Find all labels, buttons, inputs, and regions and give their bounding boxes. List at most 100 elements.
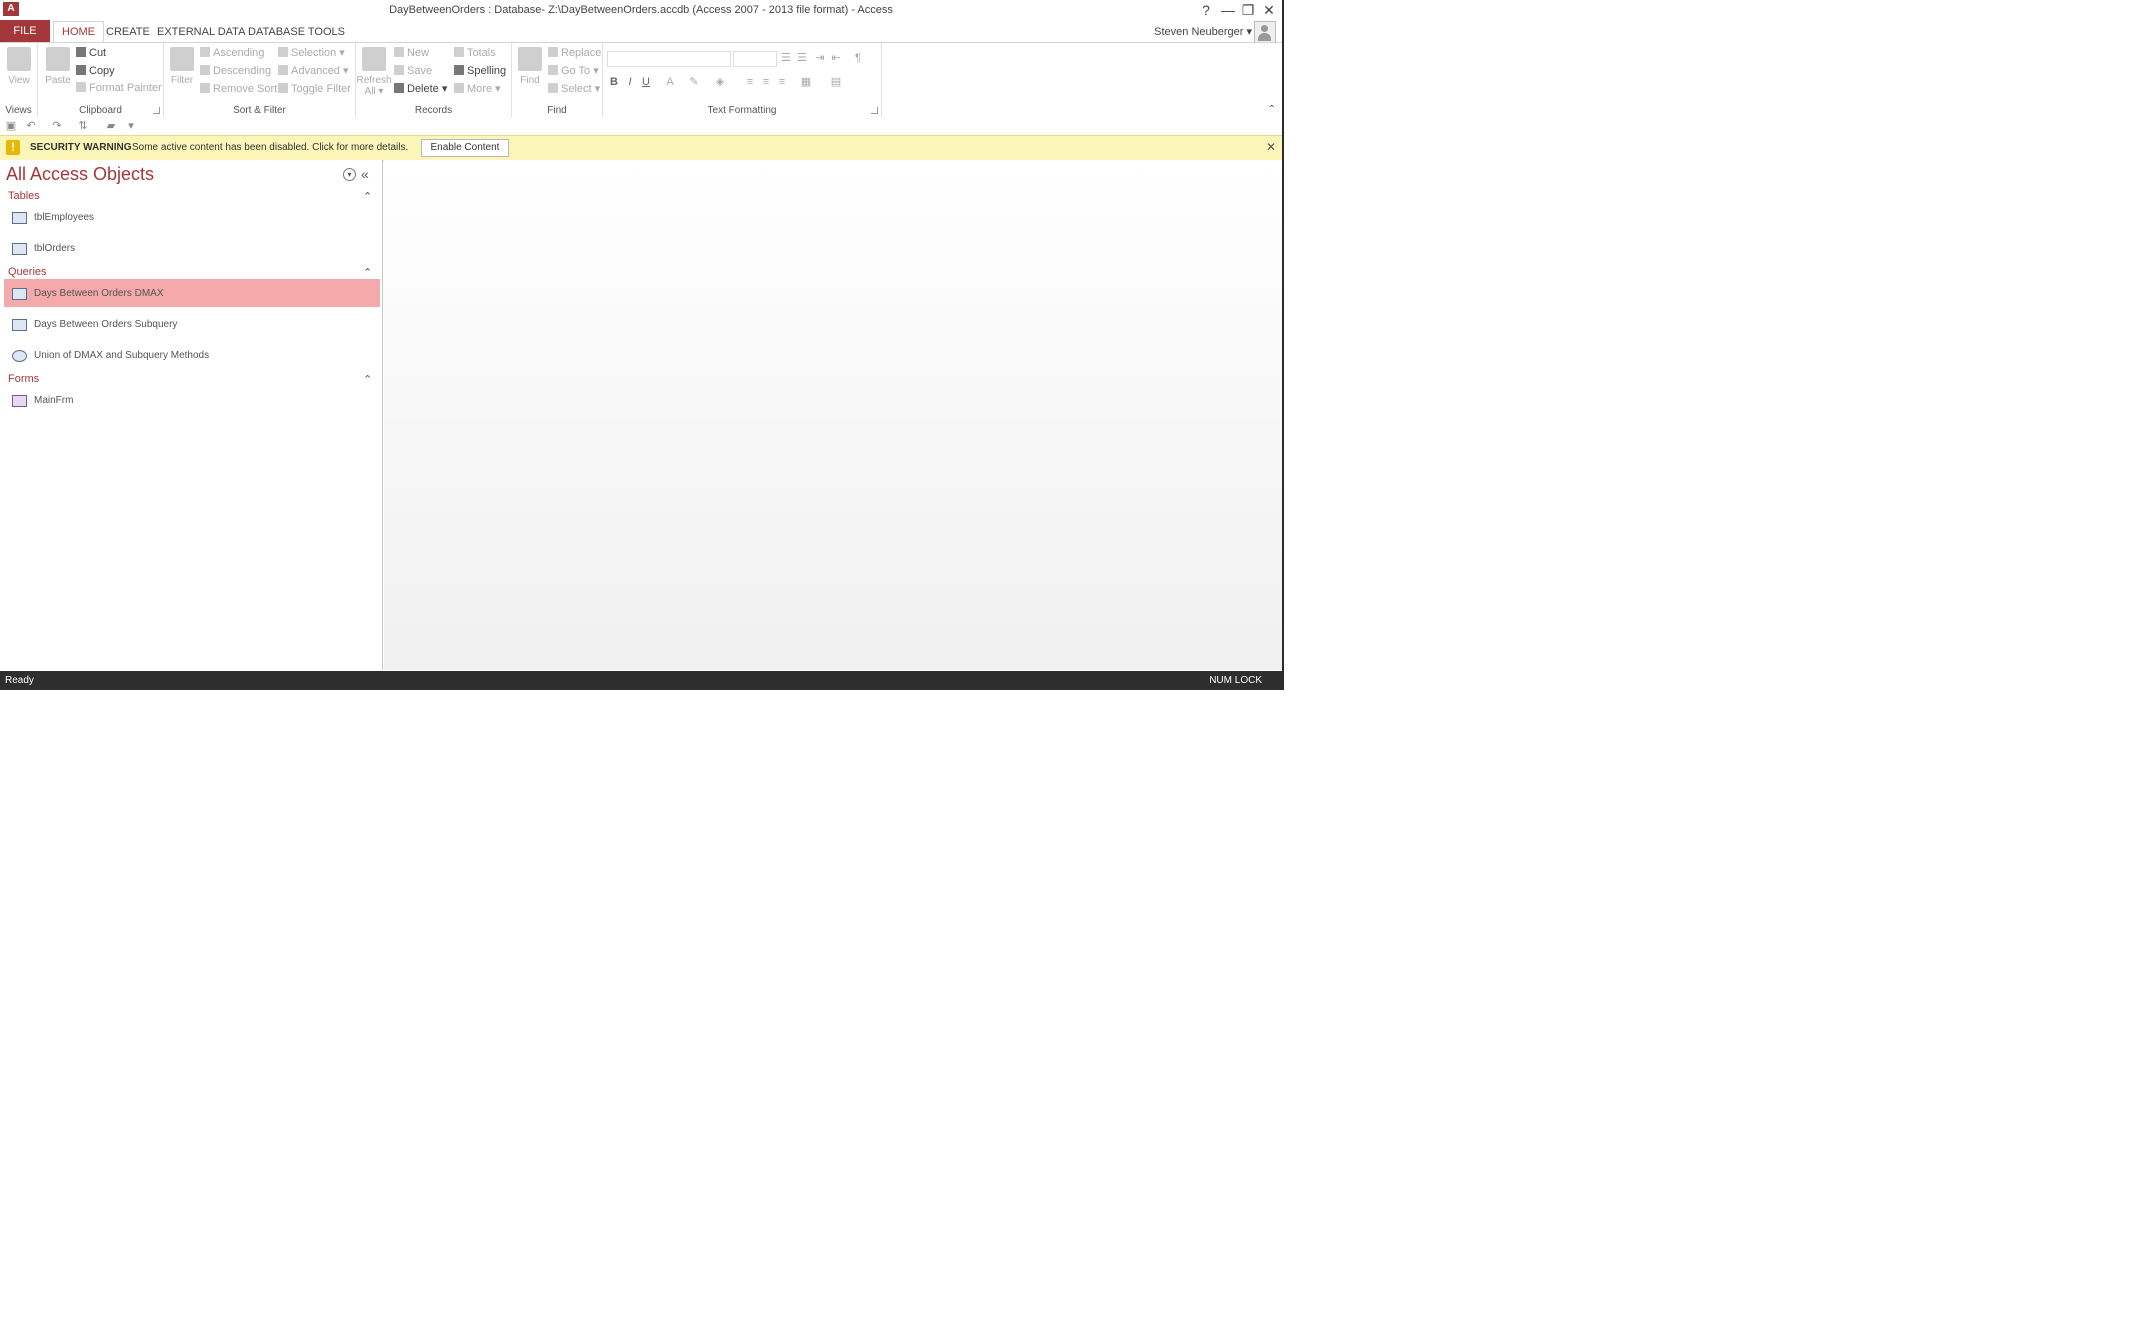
list-item[interactable]: tblOrders [4, 234, 380, 262]
italic-button[interactable]: I [623, 75, 637, 89]
font-size-combo[interactable] [733, 51, 777, 67]
descending-button[interactable]: Descending [200, 63, 271, 79]
view-button[interactable]: View [1, 45, 37, 95]
new-record-icon [394, 47, 404, 57]
tab-database-tools[interactable]: DATABASE TOOLS [240, 22, 353, 42]
section-tables[interactable]: Tables [8, 190, 40, 202]
totals-button[interactable]: Totals [454, 45, 496, 61]
replace-button[interactable]: Replace [548, 45, 601, 61]
collapse-ribbon-icon[interactable]: ⌃ [1268, 104, 1276, 115]
records-group: Refresh All ▾ New Save Delete ▾ Totals S… [356, 43, 512, 117]
goto-button[interactable]: Go To ▾ [548, 63, 599, 79]
save-record-button[interactable]: Save [394, 63, 432, 79]
views-group: View Views [0, 43, 38, 117]
delete-record-button[interactable]: Delete ▾ [394, 81, 447, 97]
save-icon[interactable]: ▣ [4, 119, 18, 133]
restore-button[interactable]: ❐ [1238, 1, 1258, 19]
open-folder-icon[interactable]: ▰ [104, 119, 118, 133]
list-item[interactable]: tblEmployees [4, 203, 380, 231]
find-button[interactable]: Find [512, 45, 548, 95]
table-icon [12, 243, 27, 255]
nav-menu-chevron-down-icon[interactable]: ▾ [343, 168, 356, 181]
sigma-icon [454, 47, 464, 57]
highlight-icon[interactable]: ✎ [687, 75, 701, 89]
close-button[interactable]: ✕ [1259, 1, 1279, 19]
sort-filter-group-label: Sort & Filter [233, 105, 286, 116]
clipboard-dialog-launcher-icon[interactable] [153, 107, 160, 114]
access-window: A DayBetweenOrders : Database- Z:\DayBet… [0, 0, 1284, 690]
text-formatting-dialog-launcher-icon[interactable] [871, 107, 878, 114]
close-icon[interactable]: ✕ [1266, 140, 1276, 154]
nav-pane-title[interactable]: All Access Objects [6, 164, 154, 185]
selection-label: Selection ▾ [291, 47, 345, 59]
list-item[interactable]: Days Between Orders DMAX [4, 279, 380, 307]
minimize-button[interactable]: — [1218, 1, 1238, 19]
cut-button[interactable]: Cut [76, 45, 106, 61]
avatar[interactable] [1254, 21, 1276, 43]
records-group-label: Records [414, 105, 453, 116]
list-item[interactable]: Days Between Orders Subquery [4, 310, 380, 338]
find-label: Find [520, 75, 540, 86]
undo-icon[interactable]: ↶ [24, 119, 38, 133]
views-group-label: Views [5, 105, 32, 116]
align-right-icon[interactable]: ≡ [775, 75, 789, 89]
section-queries[interactable]: Queries [8, 266, 47, 278]
tab-home[interactable]: HOME [53, 21, 104, 44]
security-warning-message[interactable]: Some active content has been disabled. C… [132, 142, 408, 153]
select-button[interactable]: Select ▾ [548, 81, 600, 97]
remove-sort-button[interactable]: Remove Sort [200, 81, 277, 97]
collapse-forms-icon[interactable]: ⌃ [363, 373, 372, 386]
replace-label: Replace [561, 47, 602, 59]
user-account-name[interactable]: Steven Neuberger ▾ [1154, 25, 1252, 38]
list-item[interactable]: Union of DMAX and Subquery Methods [4, 341, 380, 369]
tab-external-data[interactable]: EXTERNAL DATA [149, 22, 253, 42]
font-color-icon[interactable]: A [663, 75, 677, 89]
window-title: DayBetweenOrders : Database- Z:\DayBetwe… [389, 4, 893, 16]
collapse-queries-icon[interactable]: ⌃ [363, 266, 372, 279]
list-item-label: MainFrm [34, 395, 74, 406]
security-warning-title: SECURITY WARNING [30, 142, 132, 153]
refresh-all-button[interactable]: Refresh All ▾ [356, 45, 392, 97]
underline-button[interactable]: U [639, 75, 653, 89]
copy-button[interactable]: Copy [76, 63, 115, 79]
paste-button[interactable]: Paste [40, 45, 76, 95]
help-button[interactable]: ? [1196, 1, 1216, 19]
font-name-combo[interactable] [607, 51, 731, 67]
toggle-filter-button[interactable]: Toggle Filter [278, 81, 351, 97]
document-workspace [384, 160, 1282, 670]
fill-color-icon[interactable]: ◈ [713, 75, 727, 89]
security-warning-bar[interactable]: ! SECURITY WARNING Some active content h… [0, 135, 1282, 161]
alternate-row-color-icon[interactable]: ▤ [829, 75, 843, 89]
enable-content-button[interactable]: Enable Content [421, 139, 509, 157]
list-item[interactable]: MainFrm [4, 386, 380, 414]
shutter-bar-close-icon[interactable]: « [361, 166, 369, 182]
gridlines-icon[interactable]: ▦ [799, 75, 813, 89]
bold-button[interactable]: B [607, 75, 621, 89]
new-record-button[interactable]: New [394, 45, 429, 61]
align-center-icon[interactable]: ≡ [759, 75, 773, 89]
section-forms[interactable]: Forms [8, 373, 39, 385]
ascending-button[interactable]: Ascending [200, 45, 264, 61]
save-icon [394, 65, 404, 75]
sort-options-icon[interactable]: ⇅ [76, 119, 90, 133]
spelling-button[interactable]: Spelling [454, 63, 506, 79]
format-painter-label: Format Painter [89, 82, 162, 94]
redo-icon[interactable]: ↷ [50, 119, 64, 133]
format-painter-button[interactable]: Format Painter [76, 80, 162, 96]
customize-qat-icon[interactable]: ▾ [124, 119, 138, 133]
collapse-tables-icon[interactable]: ⌃ [363, 190, 372, 203]
spelling-label: Spelling [467, 65, 507, 77]
numbering-icon[interactable]: ☰ [795, 51, 809, 65]
increase-indent-icon[interactable]: ⇥ [813, 51, 827, 65]
align-left-icon[interactable]: ≡ [743, 75, 757, 89]
selection-button[interactable]: Selection ▾ [278, 45, 345, 61]
spelling-check-icon [454, 65, 464, 75]
filter-button[interactable]: Filter [164, 45, 200, 95]
advanced-button[interactable]: Advanced ▾ [278, 63, 349, 79]
more-button[interactable]: More ▾ [454, 81, 501, 97]
paragraph-direction-icon[interactable]: ¶ [851, 51, 865, 65]
bullets-icon[interactable]: ☰ [779, 51, 793, 65]
tab-file[interactable]: FILE [0, 20, 50, 42]
decrease-indent-icon[interactable]: ⇤ [829, 51, 843, 65]
list-item-label: Days Between Orders DMAX [34, 288, 164, 299]
